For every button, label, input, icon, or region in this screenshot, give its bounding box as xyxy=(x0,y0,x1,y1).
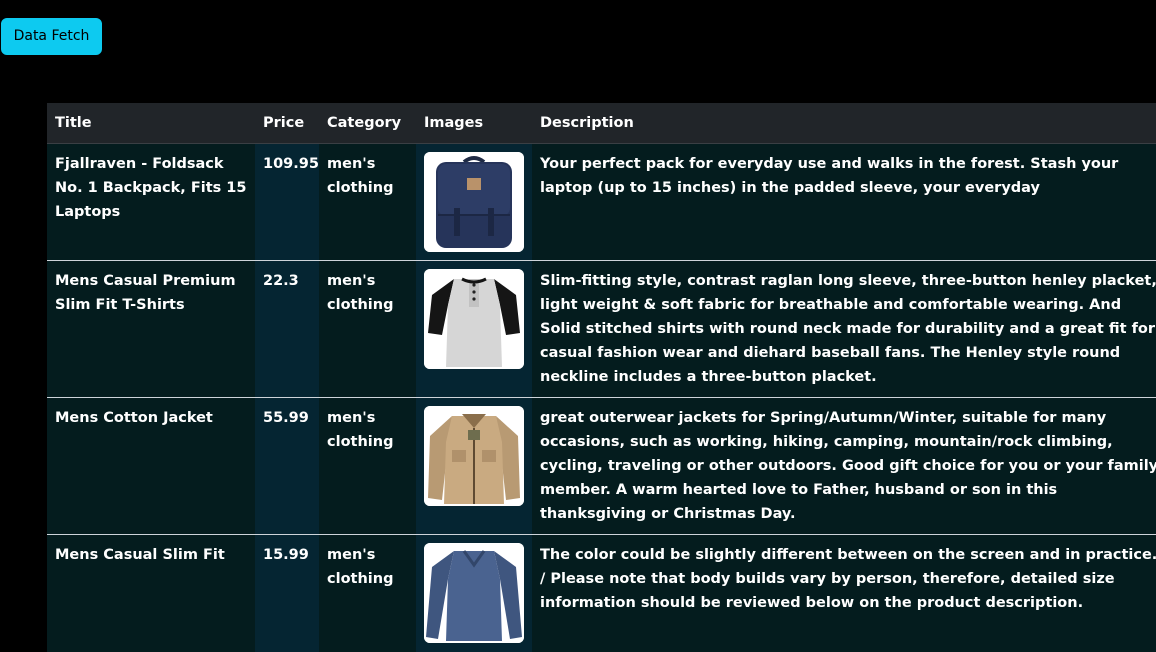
backpack-image xyxy=(424,152,524,252)
table-row: Mens Casual Premium Slim Fit T-Shirts 22… xyxy=(47,260,1156,398)
header-row: Title Price Category Images Description xyxy=(47,103,1156,144)
cell-description: The color could be slightly different be… xyxy=(532,534,1156,652)
header-category: Category xyxy=(319,103,416,144)
table-row: Fjallraven - Foldsack No. 1 Backpack, Fi… xyxy=(47,143,1156,261)
header-description: Description xyxy=(532,103,1156,144)
cell-title: Mens Casual Slim Fit xyxy=(47,534,255,652)
raglan-shirt-image xyxy=(424,269,524,369)
cell-category: men's clothing xyxy=(319,260,416,398)
table-header: Title Price Category Images Description xyxy=(47,103,1156,144)
table-row: Mens Cotton Jacket 55.99 men's clothing xyxy=(47,397,1156,535)
cell-category: men's clothing xyxy=(319,534,416,652)
products-table: Title Price Category Images Description … xyxy=(47,103,1156,652)
cell-price: 22.3 xyxy=(255,260,319,398)
cell-price: 15.99 xyxy=(255,534,319,652)
table-body: Fjallraven - Foldsack No. 1 Backpack, Fi… xyxy=(47,143,1156,652)
data-fetch-button[interactable]: Data Fetch xyxy=(1,18,102,55)
cotton-jacket-image xyxy=(424,406,524,506)
cell-image xyxy=(416,397,532,535)
long-sleeve-tee-image xyxy=(424,543,524,643)
cell-description: Slim-fitting style, contrast raglan long… xyxy=(532,260,1156,398)
header-images: Images xyxy=(416,103,532,144)
cell-price: 109.95 xyxy=(255,143,319,261)
cell-title: Mens Cotton Jacket xyxy=(47,397,255,535)
cell-category: men's clothing xyxy=(319,397,416,535)
cell-description: Your perfect pack for everyday use and w… xyxy=(532,143,1156,261)
cell-title: Mens Casual Premium Slim Fit T-Shirts xyxy=(47,260,255,398)
header-price: Price xyxy=(255,103,319,144)
cell-title: Fjallraven - Foldsack No. 1 Backpack, Fi… xyxy=(47,143,255,261)
products-table-container: Title Price Category Images Description … xyxy=(47,103,1156,652)
cell-image xyxy=(416,260,532,398)
cell-image xyxy=(416,534,532,652)
header-title: Title xyxy=(47,103,255,144)
cell-image xyxy=(416,143,532,261)
cell-price: 55.99 xyxy=(255,397,319,535)
table-row: Mens Casual Slim Fit 15.99 men's clothin… xyxy=(47,534,1156,652)
cell-description: great outerwear jackets for Spring/Autum… xyxy=(532,397,1156,535)
cell-category: men's clothing xyxy=(319,143,416,261)
